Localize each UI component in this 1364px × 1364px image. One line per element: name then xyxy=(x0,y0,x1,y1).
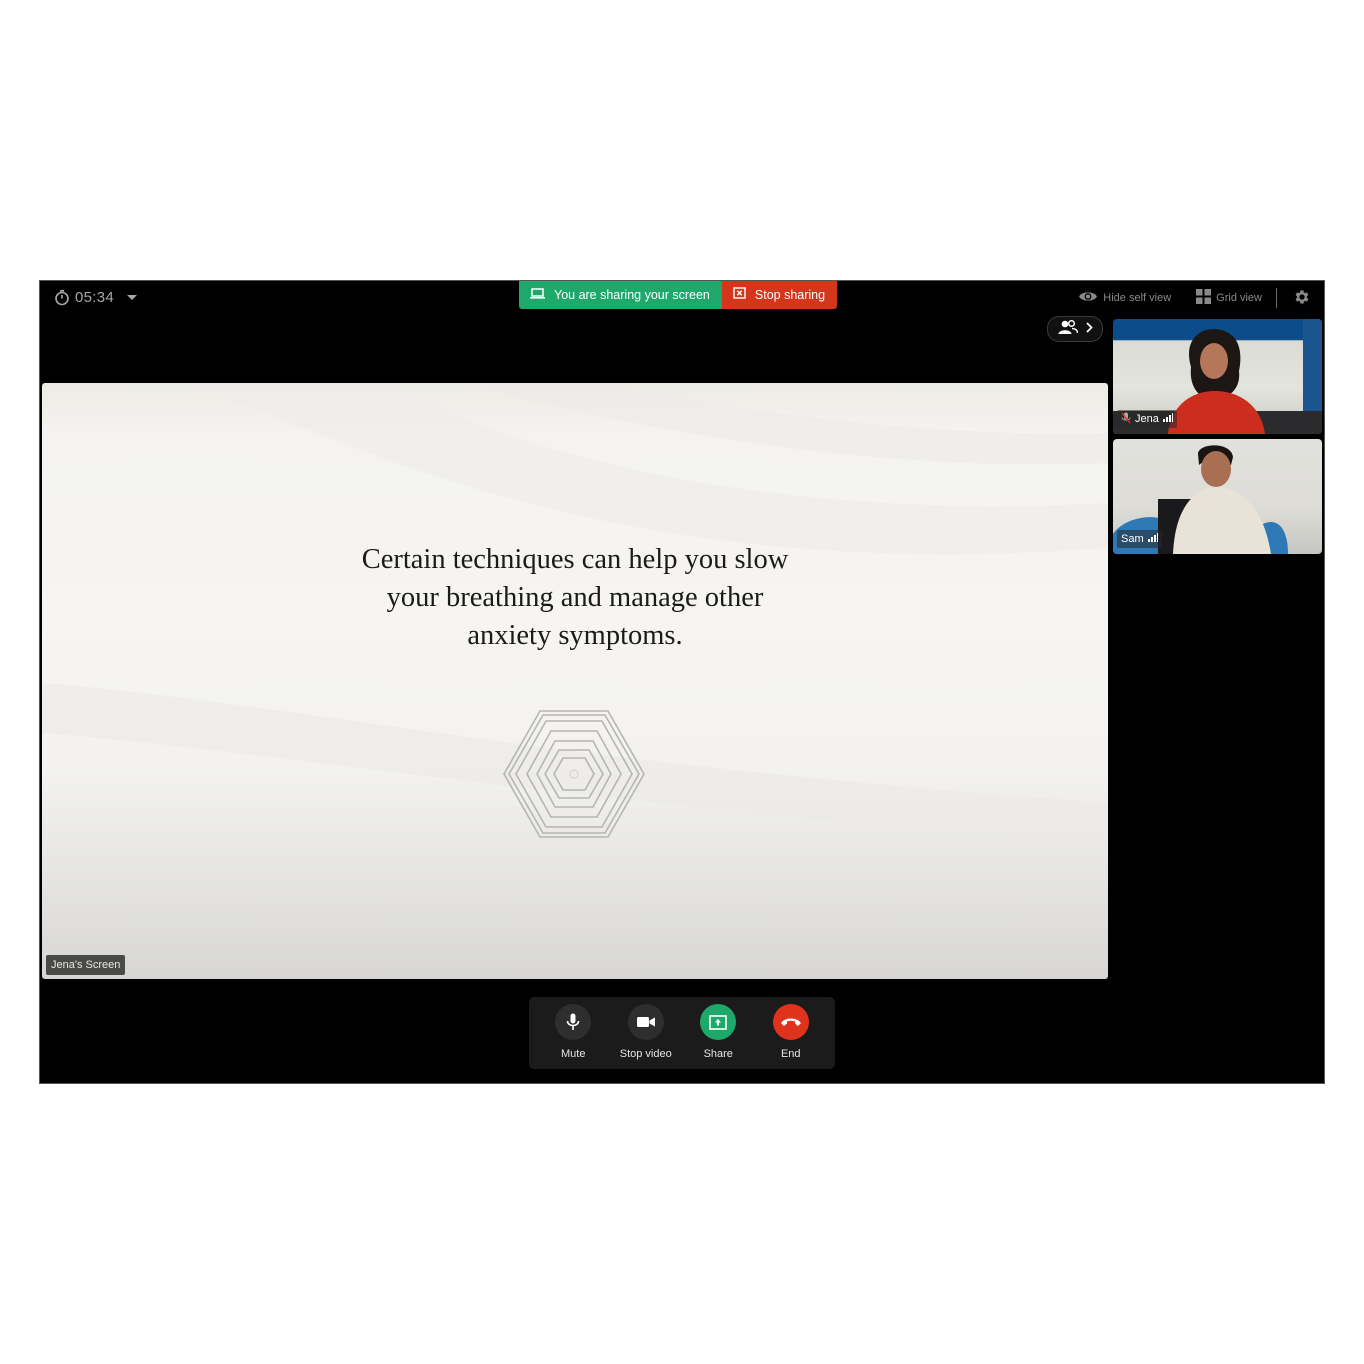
microphone-icon xyxy=(555,1004,592,1040)
signal-strength-icon xyxy=(1147,533,1158,545)
laptop-icon xyxy=(530,287,545,302)
video-call-window: 05:34 You are sharing your screen Stop s… xyxy=(39,280,1325,1084)
gear-icon[interactable] xyxy=(1293,288,1311,309)
participant-label: Jena xyxy=(1117,410,1177,428)
sharing-status: You are sharing your screen xyxy=(519,280,722,309)
slide-background-waves xyxy=(42,383,1108,843)
share-button[interactable]: Share xyxy=(683,997,753,1060)
grid-icon xyxy=(1196,289,1212,307)
view-controls: Hide self view Grid view xyxy=(1078,288,1311,308)
screen-share-banner: You are sharing your screen Stop sharing xyxy=(519,280,838,309)
grid-view-button[interactable]: Grid view xyxy=(1196,289,1262,307)
stop-video-label: Stop video xyxy=(619,1048,672,1060)
stop-sharing-label: Stop sharing xyxy=(754,287,826,302)
call-timer[interactable]: 05:34 xyxy=(54,289,138,306)
participant-label: Sam xyxy=(1117,530,1162,548)
participant-tile-jena[interactable]: Jena xyxy=(1113,319,1322,434)
timer-value: 05:34 xyxy=(75,289,115,306)
mute-button[interactable]: Mute xyxy=(538,997,608,1060)
mute-label: Mute xyxy=(561,1048,586,1060)
sharing-status-label: You are sharing your screen xyxy=(554,287,710,302)
eye-icon xyxy=(1078,290,1098,306)
end-call-button[interactable]: End xyxy=(756,997,826,1060)
share-label: Share xyxy=(703,1048,733,1060)
stopwatch-icon xyxy=(54,289,70,306)
muted-microphone-icon xyxy=(1121,412,1131,427)
people-icon xyxy=(1058,319,1078,339)
shared-screen: Certain techniques can help you slow you… xyxy=(42,383,1108,979)
stop-sharing-button[interactable]: Stop sharing xyxy=(721,280,838,309)
grid-view-label: Grid view xyxy=(1216,292,1262,304)
close-box-icon xyxy=(733,287,746,302)
participant-name: Sam xyxy=(1121,533,1144,545)
hide-self-view-button[interactable]: Hide self view xyxy=(1078,290,1171,306)
screen-owner-label: Jena's Screen xyxy=(46,955,126,975)
chevron-right-icon xyxy=(1085,320,1093,338)
slide-text: Certain techniques can help you slow you… xyxy=(42,541,1108,655)
share-screen-icon xyxy=(700,1004,737,1040)
end-label: End xyxy=(780,1048,801,1060)
hang-up-icon xyxy=(772,1004,809,1040)
slide-text-line: Certain techniques can help you slow xyxy=(361,544,789,575)
hide-self-view-label: Hide self view xyxy=(1103,292,1172,304)
slide-text-line: anxiety symptoms. xyxy=(467,620,683,651)
divider xyxy=(1276,288,1277,308)
slide-text-line: your breathing and manage other xyxy=(386,582,764,613)
call-controls: Mute Stop video Share End xyxy=(529,997,835,1069)
signal-strength-icon xyxy=(1162,413,1173,425)
video-camera-icon xyxy=(627,1004,664,1040)
chevron-down-icon[interactable] xyxy=(127,294,138,301)
stop-video-button[interactable]: Stop video xyxy=(611,997,681,1060)
breathing-hexagon-graphic xyxy=(503,710,645,838)
participant-tile-sam[interactable]: Sam xyxy=(1113,439,1322,554)
participants-toggle-button[interactable] xyxy=(1047,316,1103,342)
participant-name: Jena xyxy=(1135,413,1159,425)
